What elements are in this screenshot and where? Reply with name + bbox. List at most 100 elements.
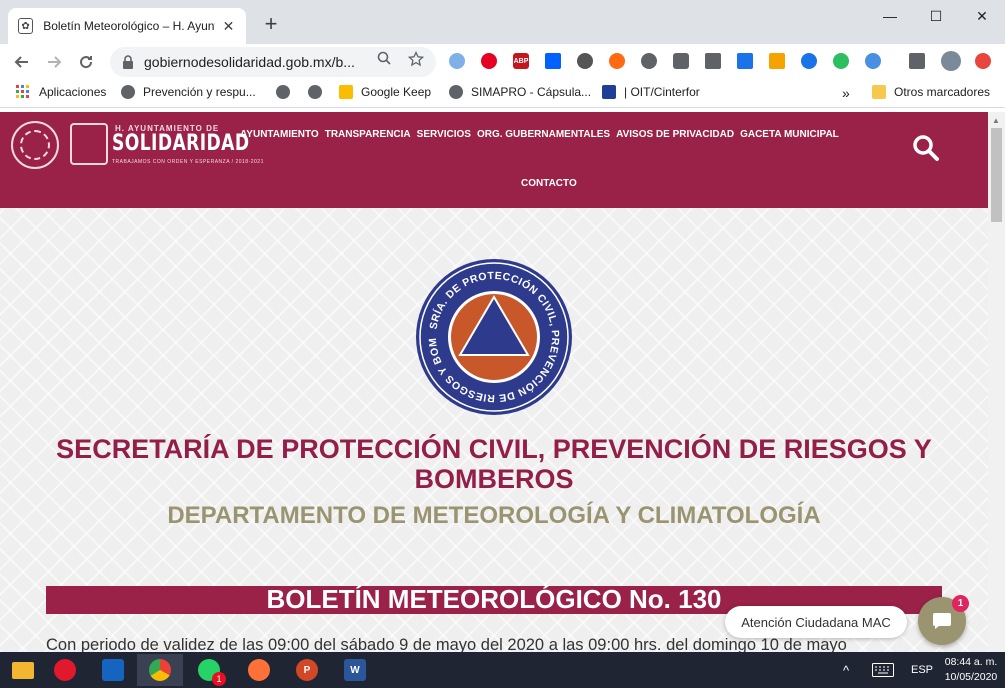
bookmarks-overflow-chevron-icon[interactable]: » [842, 85, 850, 101]
abp-icon[interactable]: ABP [513, 53, 529, 69]
browser-toolbar: gobiernodesolidaridad.gob.mx/b... ABP [0, 44, 1005, 80]
extension-orange-icon[interactable] [609, 53, 625, 69]
extension-yellow-icon[interactable] [769, 53, 785, 69]
bookmark-prevencion[interactable]: Prevención y respu... [121, 85, 256, 99]
extension-search-icon[interactable] [641, 53, 657, 69]
extension-bookmark-icon[interactable] [801, 53, 817, 69]
extension-feather-icon[interactable] [865, 53, 881, 69]
logo-title[interactable]: SOLIDARIDAD [112, 131, 249, 156]
department-subtitle: DEPARTAMENTO DE METEOROLOGÍA Y CLIMATOLO… [167, 502, 821, 529]
bookmark-apps[interactable]: Aplicaciones [16, 85, 106, 99]
bookmark-google-keep[interactable]: Google Keep [339, 85, 431, 99]
outlook-app[interactable] [90, 654, 136, 686]
tab-strip: ✿ Boletín Meteorológico – H. Ayunta ✕ + … [0, 0, 1005, 44]
clock-date: 10/05/2020 [944, 671, 998, 683]
bookmark-label: Prevención y respu... [143, 85, 256, 99]
globe-icon [308, 85, 322, 99]
update-available-icon[interactable] [975, 53, 991, 69]
close-window-button[interactable]: ✕ [959, 0, 1005, 32]
scroll-up-arrow-icon[interactable]: ▲ [992, 116, 1000, 125]
apps-grid-icon [16, 85, 29, 98]
word-app[interactable]: W [332, 654, 378, 686]
reload-icon[interactable] [73, 49, 99, 75]
word-icon: W [344, 659, 366, 681]
system-clock[interactable]: 08:44 a. m. 10/05/2020 [940, 655, 1002, 685]
firefox-app[interactable] [236, 654, 282, 686]
bookmark-label: SIMAPRO - Cápsula... [471, 85, 592, 99]
keyboard-icon[interactable] [872, 652, 894, 688]
media-controls-icon[interactable] [909, 53, 925, 69]
opera-app[interactable] [42, 654, 88, 686]
page-scrollbar[interactable]: ▲ [988, 112, 1005, 652]
tab-close-icon[interactable]: ✕ [221, 18, 236, 35]
chrome-app[interactable] [137, 654, 183, 686]
whatsapp-badge: 1 [212, 672, 226, 686]
firefox-icon [248, 659, 270, 681]
site-header: H. AYUNTAMIENTO DE SOLIDARIDAD TRABAJAMO… [0, 112, 988, 208]
extension-globe-icon[interactable] [449, 53, 465, 69]
bookmark-label: Otros marcadores [894, 85, 991, 99]
bookmark-label: Google Keep [361, 85, 432, 99]
nav-contacto[interactable]: CONTACTO [521, 178, 577, 189]
scroll-thumb[interactable] [991, 128, 1002, 222]
url-text[interactable]: gobiernodesolidaridad.gob.mx/b... [144, 54, 374, 70]
chat-label[interactable]: Atención Ciudadana MAC [725, 606, 907, 638]
folder-icon [12, 661, 34, 679]
page-title: SECRETARÍA DE PROTECCIÓN CIVIL, PREVENCI… [56, 434, 932, 494]
web-page: H. AYUNTAMIENTO DE SOLIDARIDAD TRABAJAMO… [0, 112, 988, 652]
globe-icon [276, 85, 290, 99]
nav-gaceta-municipal[interactable]: GACETA MUNICIPAL [740, 129, 839, 140]
nav-avisos-privacidad[interactable]: AVISOS DE PRIVACIDAD [616, 129, 734, 140]
chat-bubble-icon [933, 613, 951, 629]
folder-icon [872, 85, 886, 99]
site-search-icon[interactable] [912, 134, 940, 162]
bookmark-globe-1[interactable] [276, 85, 298, 99]
site-favicon-icon: ✿ [18, 18, 34, 34]
nav-transparencia[interactable]: TRANSPARENCIA [325, 129, 411, 140]
bookmark-simapro[interactable]: SIMAPRO - Cápsula... [449, 85, 591, 99]
bookmark-label: | OIT/Cinterfor [624, 85, 700, 99]
nav-org-gubernamentales[interactable]: ORG. GUBERNAMENTALES [477, 129, 610, 140]
bookmarks-bar: Aplicaciones Prevención y respu... Googl… [0, 80, 1005, 108]
bookmark-globe-2[interactable] [308, 85, 330, 99]
file-explorer-app[interactable] [0, 654, 46, 686]
mail-icon[interactable] [705, 53, 721, 69]
nav-servicios[interactable]: SERVICIOS [417, 129, 471, 140]
validity-text: Con periodo de validez de las 09:00 del … [46, 636, 847, 652]
extension-keep-icon[interactable] [673, 53, 689, 69]
xml-tool-icon[interactable] [737, 53, 753, 69]
browser-tab[interactable]: ✿ Boletín Meteorológico – H. Ayunta ✕ [8, 8, 246, 44]
proteccion-civil-emblem: SRÍA. DE PROTECCIÓN CIVIL, PREVENCIÓN DE… [414, 257, 572, 415]
extension-dark-icon[interactable] [577, 53, 593, 69]
other-bookmarks-folder[interactable]: Otros marcadores [872, 85, 990, 99]
pinterest-icon[interactable] [481, 53, 497, 69]
profile-avatar[interactable] [941, 51, 961, 71]
chat-notification-badge: 1 [952, 595, 969, 612]
bookmark-oit-cinterfor[interactable]: | OIT/Cinterfor [602, 85, 700, 99]
screen: ✿ Boletín Meteorológico – H. Ayunta ✕ + … [0, 0, 1005, 688]
clock-time: 08:44 a. m. [944, 656, 998, 668]
solidaridad-logo-mark[interactable] [70, 123, 108, 165]
opera-icon [54, 659, 76, 681]
maximize-button[interactable]: ☐ [913, 0, 959, 32]
chrome-icon [149, 659, 171, 681]
minimize-button[interactable]: — [867, 0, 913, 32]
tray-overflow-chevron-icon[interactable]: ^ [843, 652, 849, 688]
dropbox-icon[interactable] [545, 53, 561, 69]
windows-taskbar: 1 P W ^ ESP 08:44 a. m. 10/05/2020 [0, 652, 1005, 688]
back-arrow-icon[interactable] [9, 49, 35, 75]
new-tab-button[interactable]: + [258, 12, 284, 38]
google-keep-icon [339, 85, 353, 99]
powerpoint-app[interactable]: P [284, 654, 330, 686]
municipal-seal-logo[interactable] [11, 121, 59, 169]
zoom-search-icon[interactable] [376, 51, 392, 67]
main-navigation: AYUNTAMIENTO TRANSPARENCIA SERVICIOS ORG… [240, 129, 839, 140]
forward-arrow-icon[interactable] [41, 49, 67, 75]
whatsapp-app[interactable]: 1 [186, 654, 232, 686]
evernote-icon[interactable] [833, 53, 849, 69]
input-language[interactable]: ESP [911, 652, 933, 688]
nav-ayuntamiento[interactable]: AYUNTAMIENTO [240, 129, 319, 140]
bookmark-star-icon[interactable] [407, 50, 425, 67]
lock-icon [123, 55, 133, 69]
oit-logo-icon [602, 85, 616, 99]
